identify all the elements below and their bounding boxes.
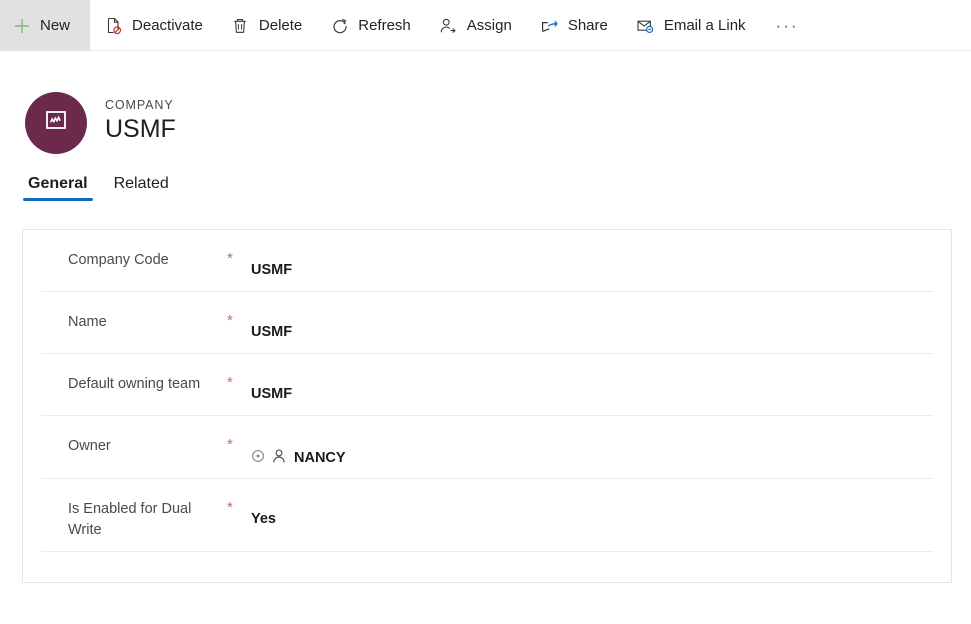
form-rows: Company Code * USMF Name * USMF Default …	[23, 230, 951, 586]
new-button[interactable]: New	[0, 0, 91, 51]
field-value-name[interactable]: USMF	[251, 310, 292, 340]
refresh-button[interactable]: Refresh	[316, 0, 425, 51]
new-button-label: New	[40, 17, 71, 34]
record-header: COMPANY USMF	[0, 51, 971, 171]
user-icon	[271, 448, 287, 468]
avatar	[25, 91, 87, 154]
form-row-default-owning-team: Default owning team * USMF	[41, 354, 933, 416]
deactivate-button[interactable]: Deactivate	[90, 0, 217, 51]
share-button[interactable]: Share	[526, 0, 622, 51]
share-icon	[540, 16, 559, 35]
form-row-name: Name * USMF	[41, 292, 933, 354]
field-value-default-owning-team[interactable]: USMF	[251, 372, 292, 402]
field-label-owner: Owner	[68, 438, 111, 454]
tab-related-label: Related	[113, 175, 169, 192]
more-commands-button[interactable]: ···	[760, 0, 815, 51]
required-marker-is-enabled-for-dual-write: *	[227, 499, 233, 516]
required-marker-default-owning-team: *	[227, 374, 233, 391]
command-bar: New Deactivate Delete Refresh Assign Sha…	[0, 0, 971, 51]
required-marker-name: *	[227, 312, 233, 329]
field-label-is-enabled-for-dual-write: Is Enabled for Dual Write	[68, 501, 192, 539]
plus-icon	[12, 16, 31, 35]
refresh-icon	[330, 16, 349, 35]
deactivate-button-label: Deactivate	[132, 17, 203, 34]
refresh-button-label: Refresh	[358, 17, 411, 34]
required-marker-owner: *	[227, 436, 233, 453]
record-title-group: COMPANY USMF	[105, 98, 176, 146]
deactivate-icon	[104, 16, 123, 35]
field-label-default-owning-team: Default owning team	[68, 376, 201, 392]
company-icon	[42, 106, 70, 139]
general-form-card: Company Code * USMF Name * USMF Default …	[22, 229, 952, 583]
field-label-company-code: Company Code	[68, 252, 169, 268]
field-value-is-enabled-for-dual-write[interactable]: Yes	[251, 497, 276, 527]
delete-button-label: Delete	[258, 17, 303, 34]
owner-name: NANCY	[294, 450, 346, 466]
page-title: USMF	[105, 115, 176, 144]
delete-button[interactable]: Delete	[217, 0, 316, 51]
field-label-name: Name	[68, 314, 107, 330]
field-value-company-code[interactable]: USMF	[251, 248, 292, 278]
overflow-label: ···	[775, 15, 799, 35]
assign-button-label: Assign	[466, 17, 512, 34]
required-marker-company-code: *	[227, 250, 233, 267]
email-a-link-button-label: Email a Link	[663, 17, 746, 34]
form-bottom-spacer	[41, 552, 933, 586]
owner-presence-group	[251, 448, 287, 468]
presence-status-icon	[251, 449, 265, 467]
share-button-label: Share	[567, 17, 608, 34]
tab-general[interactable]: General	[18, 171, 98, 205]
form-row-is-enabled-for-dual-write: Is Enabled for Dual Write * Yes	[41, 479, 933, 553]
form-row-owner: Owner * NANCY	[41, 416, 933, 479]
email-a-link-button[interactable]: Email a Link	[622, 0, 760, 51]
tab-list: General Related	[0, 171, 971, 217]
assign-user-icon	[439, 16, 458, 35]
assign-button[interactable]: Assign	[425, 0, 526, 51]
field-value-owner-group[interactable]: NANCY	[251, 434, 346, 468]
record-entity-type: COMPANY	[105, 98, 174, 113]
form-row-company-code: Company Code * USMF	[41, 230, 933, 292]
tab-general-label: General	[28, 175, 88, 192]
trash-icon	[231, 16, 250, 35]
email-link-icon	[636, 16, 655, 35]
tab-related[interactable]: Related	[104, 171, 179, 205]
